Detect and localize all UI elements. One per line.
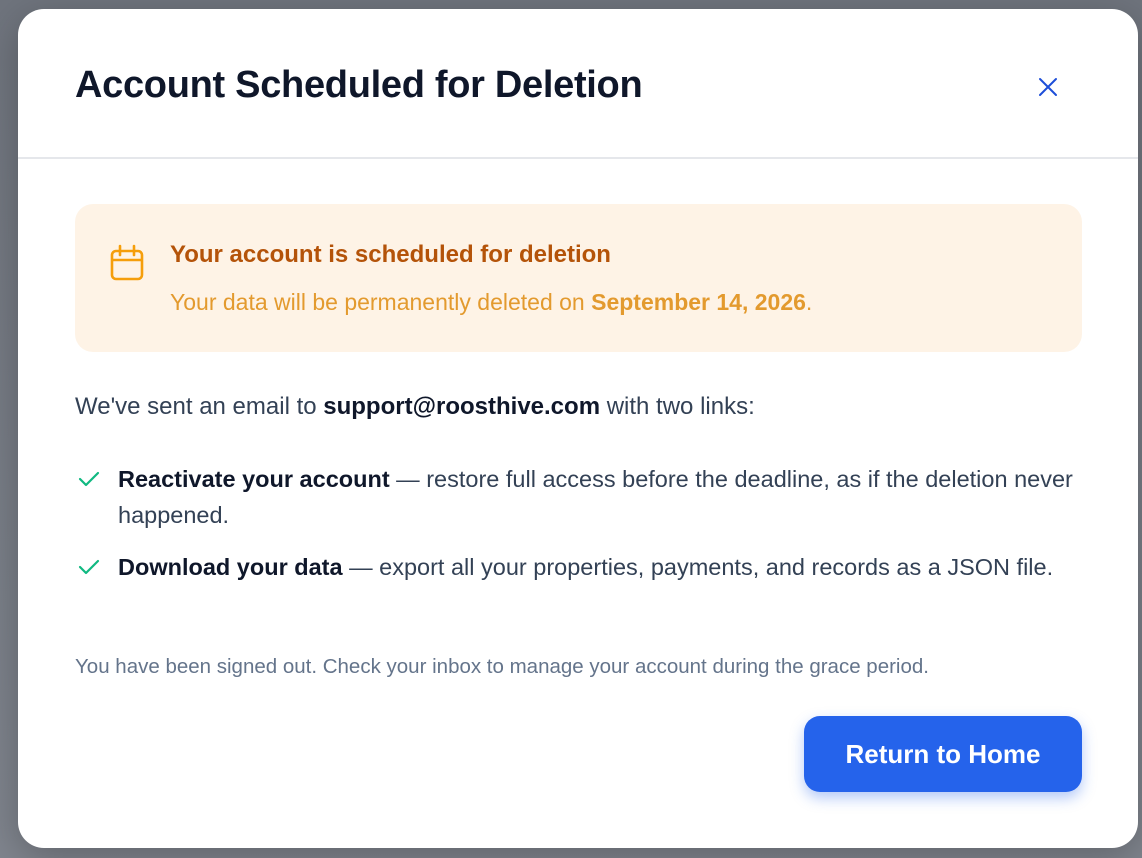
check-icon: [78, 559, 100, 575]
email-notice-suffix: with two links:: [600, 393, 755, 420]
list-item-download: Download your data — export all your pro…: [75, 549, 1085, 585]
email-links-list: Reactivate your account — restore full a…: [75, 461, 1085, 601]
list-item-reactivate: Reactivate your account — restore full a…: [75, 461, 1085, 533]
calendar-icon: [110, 244, 144, 281]
signed-out-note: You have been signed out. Check your inb…: [75, 655, 929, 678]
email-notice-prefix: We've sent an email to: [75, 393, 324, 420]
email-notice: We've sent an email to support@roosthive…: [75, 393, 755, 421]
deletion-alert: Your account is scheduled for deletion Y…: [75, 204, 1082, 352]
return-home-button[interactable]: Return to Home: [804, 716, 1082, 792]
check-icon: [78, 471, 100, 487]
modal-title: Account Scheduled for Deletion: [75, 64, 643, 106]
support-email: support@roosthive.com: [323, 393, 601, 420]
alert-text-prefix: Your data will be permanently deleted on: [170, 289, 592, 315]
reactivate-title: Reactivate your account: [118, 466, 390, 492]
modal-header: Account Scheduled for Deletion: [18, 9, 1138, 159]
close-button[interactable]: [1030, 69, 1066, 105]
alert-title: Your account is scheduled for deletion: [170, 241, 611, 268]
deletion-modal: Account Scheduled for Deletion Your acco…: [18, 9, 1138, 848]
deletion-date: September 14, 2026: [591, 289, 806, 315]
alert-text-suffix: .: [805, 289, 813, 315]
download-title: Download your data: [118, 554, 343, 580]
alert-text: Your data will be permanently deleted on…: [170, 289, 812, 316]
close-icon: [1039, 78, 1057, 96]
download-description: — export all your properties, payments, …: [342, 554, 1054, 580]
